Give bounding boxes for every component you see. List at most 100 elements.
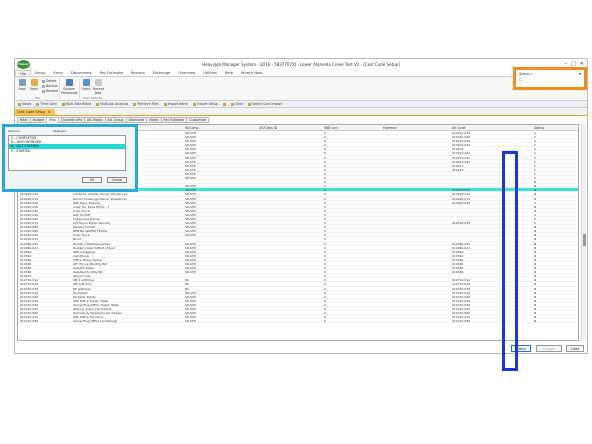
status-filter-label: Status = bbox=[519, 72, 533, 76]
quick-multi-job-label: Multi-Job Analysis bbox=[100, 102, 129, 106]
menu-bar: File Setup Entry Documents Pay Estimate … bbox=[15, 70, 587, 77]
status-options-list: C - COMPLETED D - DISCONTINUED N - NOT S… bbox=[8, 135, 126, 171]
delete-label: Delete bbox=[46, 79, 57, 83]
close-button[interactable]: Close bbox=[566, 345, 584, 352]
vertical-scrollbar[interactable] bbox=[581, 124, 586, 341]
quick-multi-job[interactable]: Multi-Job Analysis bbox=[96, 102, 128, 106]
popup-cancel-button[interactable]: Cancel bbox=[107, 177, 127, 183]
popup-title: Statuses bbox=[53, 129, 66, 133]
group-file-label: File bbox=[35, 96, 41, 100]
system-passwords-button[interactable]: System Passwords bbox=[61, 79, 78, 95]
tab-quantity-info[interactable]: Quantity Info bbox=[58, 117, 85, 123]
tab-budget[interactable]: Budget bbox=[29, 117, 48, 123]
menu-overview[interactable]: Overview bbox=[174, 70, 199, 76]
quick-export-label: Export Setup bbox=[197, 102, 218, 106]
new-button[interactable]: New bbox=[17, 79, 27, 91]
quick-clear-label: Clear bbox=[234, 102, 244, 106]
users-icon bbox=[65, 79, 73, 86]
retrieve-icon bbox=[133, 102, 137, 106]
document-tab-label: Cost Code Setup bbox=[17, 110, 46, 114]
menu-utilities[interactable]: Utilities bbox=[199, 70, 221, 76]
menu-reports[interactable]: Reports bbox=[127, 70, 149, 76]
backup-label: Backup bbox=[46, 84, 58, 88]
backup-button[interactable]: Backup bbox=[42, 84, 58, 88]
new-label: New bbox=[18, 87, 26, 91]
app-logo: Heavy Job bbox=[17, 60, 30, 75]
status-filter-cell[interactable]: Status = ▾ C bbox=[513, 67, 587, 90]
multi-job-icon bbox=[96, 102, 100, 106]
quick-multi-sale[interactable]: Multi-Sale Billed bbox=[61, 102, 92, 106]
users-button[interactable]: Users bbox=[81, 79, 91, 91]
ribbon: New Open Delete Backup Restore File Syst… bbox=[15, 77, 587, 101]
recent-jobs-button[interactable]: Recent Jobs bbox=[93, 79, 105, 95]
select-card-icon bbox=[248, 102, 252, 106]
backup-icon bbox=[42, 84, 45, 88]
table-row[interactable]: 010720.080 Owner/Eng Office Furnishings SR… bbox=[18, 319, 578, 324]
users-label: Users bbox=[81, 87, 91, 91]
quick-clear[interactable]: Clear bbox=[230, 102, 244, 106]
quick-views[interactable]: Views bbox=[18, 102, 31, 106]
tab-main[interactable]: Main bbox=[17, 117, 31, 123]
quick-time-card[interactable]: Time Card bbox=[36, 102, 57, 106]
menu-exchange[interactable]: Exchange bbox=[149, 70, 175, 76]
popup-ok-button[interactable]: OK bbox=[82, 177, 102, 183]
ribbon-separator bbox=[79, 79, 80, 99]
close-tab-icon[interactable]: x bbox=[48, 110, 50, 114]
quick-toolbar: Views Time Card Multi-Sale Billed Multi-… bbox=[15, 101, 587, 108]
cell-status[interactable]: N bbox=[534, 319, 554, 323]
status-filter-value[interactable]: C bbox=[519, 78, 521, 82]
open-button[interactable]: Open bbox=[29, 79, 39, 91]
recent-jobs-icon bbox=[94, 79, 102, 86]
quick-import-label: Import Items bbox=[167, 102, 189, 106]
tab-advanced[interactable]: Advanced bbox=[125, 117, 148, 123]
quick-refresh[interactable] bbox=[222, 102, 226, 106]
custom-settings-button[interactable]: Custom Settings bbox=[536, 345, 562, 352]
quick-retrieve-files[interactable]: Retrieve Files bbox=[133, 102, 159, 106]
menu-whats-new[interactable]: What's New bbox=[237, 70, 266, 76]
quick-select-card-import[interactable]: Select Card Import bbox=[248, 102, 282, 106]
restore-button[interactable]: Restore bbox=[42, 89, 58, 93]
status-options-popup: Options Statuses C - COMPLETED D - DISCO… bbox=[2, 124, 138, 192]
quick-time-card-label: Time Card bbox=[40, 102, 57, 106]
quick-multi-sale-label: Multi-Sale Billed bbox=[65, 102, 92, 106]
refresh-icon bbox=[222, 102, 226, 106]
popup-header: Options bbox=[8, 129, 20, 133]
menu-setup[interactable]: Setup bbox=[31, 70, 49, 76]
tab-pay-estimate[interactable]: Pay Estimate bbox=[160, 117, 188, 123]
quick-import-items[interactable]: Import Items bbox=[163, 102, 189, 106]
open-label: Open bbox=[29, 87, 39, 91]
cell-description[interactable]: Owner/Eng Office Furnishings bbox=[73, 319, 183, 323]
subtab-strip: Main Budget Misc Quantity Info Alt. Note… bbox=[17, 117, 209, 123]
cell-cost-code[interactable]: 010720.080 bbox=[20, 319, 60, 323]
ribbon-separator bbox=[59, 79, 60, 99]
delete-button[interactable]: Delete bbox=[42, 79, 56, 83]
clear-icon bbox=[230, 102, 234, 106]
title-bar: Heavy Job HeavyJob Manager System - 2016… bbox=[15, 59, 587, 75]
new-icon bbox=[18, 79, 26, 86]
recent-jobs-label: Recent Jobs bbox=[93, 87, 105, 95]
tab-customize[interactable]: Customize bbox=[186, 117, 209, 123]
cell-wcomp[interactable]: SR-STD bbox=[185, 319, 245, 323]
quick-export-setup[interactable]: Export Setup bbox=[193, 102, 218, 106]
folder-icon bbox=[30, 79, 38, 86]
chevron-down-icon[interactable]: ▾ bbox=[579, 71, 581, 76]
cell-snb-lien[interactable]: 0 bbox=[324, 319, 384, 323]
menu-file[interactable]: File bbox=[15, 70, 32, 76]
menu-help[interactable]: Help bbox=[221, 70, 237, 76]
tab-alt-notes[interactable]: Alt. Notes bbox=[83, 117, 106, 123]
delete-icon bbox=[42, 79, 45, 83]
window-title: HeavyJob Manager System - 2016 - 5837707… bbox=[202, 62, 400, 67]
scrollbar-thumb[interactable] bbox=[583, 234, 586, 246]
menu-documents[interactable]: Documents bbox=[67, 70, 96, 76]
menu-pay-estimate[interactable]: Pay Estimate bbox=[96, 70, 127, 76]
tab-alt-group[interactable]: Alt. Group bbox=[104, 117, 127, 123]
restore-label: Restore bbox=[46, 89, 59, 93]
quick-views-label: Views bbox=[22, 102, 32, 106]
group-user-options-label: User Options bbox=[83, 96, 103, 100]
quick-select-card-label: Select Card Import bbox=[252, 102, 283, 106]
import-icon bbox=[163, 102, 167, 106]
menu-entry[interactable]: Entry bbox=[49, 70, 67, 76]
option-started[interactable]: S - STARTED bbox=[9, 149, 125, 153]
tab-notes[interactable]: Notes bbox=[146, 117, 162, 123]
views-icon bbox=[18, 102, 21, 106]
